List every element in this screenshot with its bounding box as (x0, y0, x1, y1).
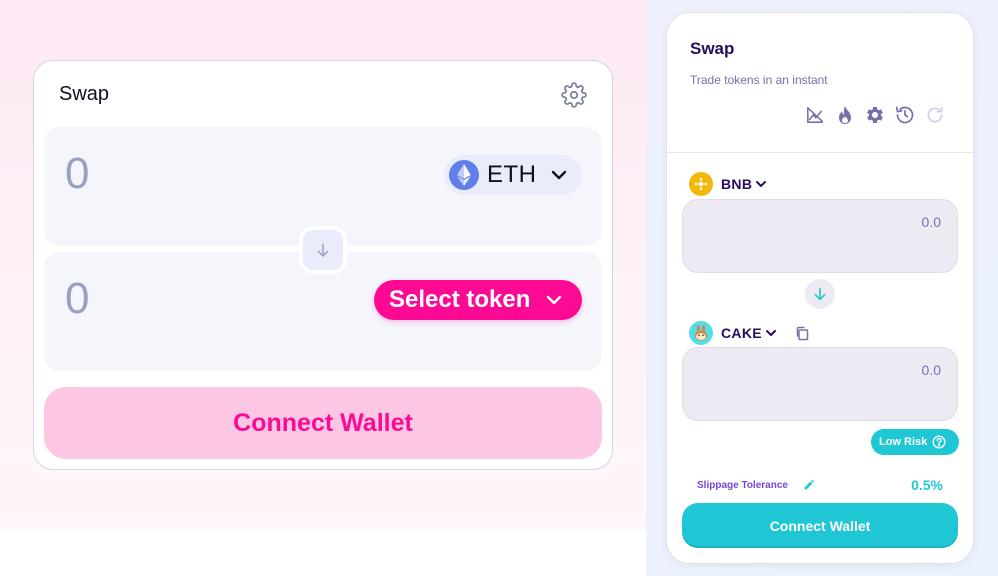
connect-wallet-button[interactable]: Connect Wallet (682, 503, 958, 548)
eth-token-label: ETH (487, 161, 537, 188)
eth-token-selector[interactable]: ETH (444, 155, 582, 195)
swap-toolbar (805, 104, 945, 126)
risk-badge[interactable]: Low Risk (871, 429, 959, 455)
copy-icon[interactable] (795, 326, 809, 341)
arrow-down-icon (814, 287, 826, 301)
chevron-down-icon (755, 180, 767, 188)
risk-label: Low Risk (879, 436, 928, 448)
from-amount-value: 0.0 (921, 214, 941, 230)
to-amount-value: 0.0 (921, 362, 941, 378)
chevron-down-icon (551, 170, 567, 180)
swap-direction-wrapper (299, 226, 347, 274)
select-token-button[interactable]: Select token (374, 280, 582, 320)
pancake-swap-card: Swap Trade tokens in an instant BNB 0.0 … (666, 12, 974, 564)
help-icon (932, 435, 946, 449)
output-amount-field[interactable]: 0 (65, 274, 89, 324)
settings-gear-icon[interactable] (560, 81, 588, 109)
slippage-value: 0.5% (911, 477, 943, 493)
swap-title: Swap (690, 39, 735, 58)
header-divider (667, 152, 973, 153)
slippage-label: Slippage Tolerance (697, 480, 788, 491)
connect-wallet-label: Connect Wallet (233, 408, 413, 437)
input-amount-field[interactable]: 0 (65, 149, 89, 199)
to-token-selector[interactable]: CAKE (689, 321, 809, 345)
chevron-down-icon (765, 329, 777, 337)
connect-wallet-label: Connect Wallet (769, 517, 871, 534)
to-amount-input[interactable]: 0.0 (682, 347, 958, 421)
bnb-icon (689, 172, 713, 196)
from-token-selector[interactable]: BNB (689, 172, 767, 196)
cake-icon (689, 321, 713, 345)
select-token-label: Select token (389, 286, 531, 313)
chevron-down-icon (546, 295, 562, 305)
swap-direction-button[interactable] (303, 230, 343, 270)
fire-icon[interactable] (835, 104, 855, 126)
ethereum-icon (449, 160, 479, 190)
to-token-label: CAKE (721, 325, 762, 341)
uniswap-swap-card: Swap 0 ETH 0 Select token Connect Wallet (33, 60, 613, 470)
from-amount-input[interactable]: 0.0 (682, 199, 958, 273)
swap-subtitle: Trade tokens in an instant (690, 73, 828, 87)
pencil-icon[interactable] (803, 478, 815, 496)
switch-tokens-button[interactable] (805, 279, 835, 309)
connect-wallet-button[interactable]: Connect Wallet (44, 387, 602, 459)
chart-off-icon[interactable] (805, 104, 825, 126)
swap-title: Swap (59, 83, 110, 105)
refresh-icon[interactable] (925, 104, 945, 126)
arrow-down-icon (317, 243, 329, 257)
gear-icon[interactable] (865, 104, 885, 126)
from-token-label: BNB (721, 176, 753, 192)
history-icon[interactable] (895, 104, 915, 126)
